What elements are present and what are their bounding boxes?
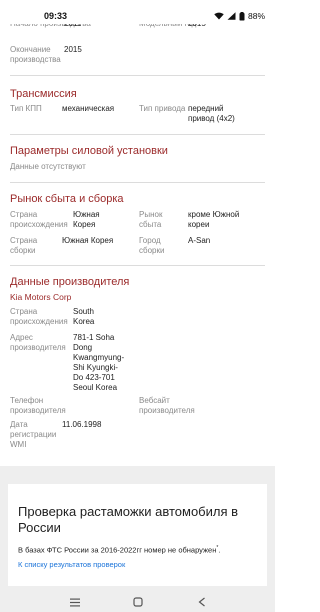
wifi-icon [214,12,224,20]
origin-country-value: Южная Корея [73,210,100,230]
drive-value-line2: привод (4x2) [188,114,235,123]
assembly-city-label: Город сборки [139,236,164,256]
signal-icon [227,12,236,20]
sales-market-label-line2: сбыта [139,220,162,229]
divider [10,75,265,76]
mfr-website-label: Вебсайт производителя [139,396,195,416]
origin-country-label-line1: Страна [10,210,38,219]
sales-market-label: Рынок сбыта [139,210,162,230]
home-nav-icon[interactable] [133,594,143,612]
assembly-city-label-line2: сборки [139,246,165,255]
customs-check-card: Проверка растаможки автомобиля в России … [8,484,267,592]
sales-market-value-line1: кроме Южной [188,210,240,219]
production-end-label-line2: производства [10,55,61,64]
address-line: Dong [73,343,93,352]
assembly-country-label-line2: сборки [10,246,36,255]
mfr-phone-label-line2: производителя [10,406,66,415]
sales-market-value: кроме Южной кореи [188,210,239,230]
battery-icon [239,11,245,21]
address-line: 781-1 Soha [73,333,115,342]
sales-market-value-line2: кореи [188,220,210,229]
origin-country-value-line2: Корея [73,220,96,229]
divider [10,134,265,135]
divider [10,265,265,266]
mfr-website-label-line1: Вебсайт [139,396,170,405]
mfr-address-value: 781-1 Soha Dong Kwangmyung- Shi Kyungki-… [73,333,124,393]
status-icons: 88% [214,11,265,21]
drive-value-line1: передний [188,104,224,113]
drive-value: передний привод (4x2) [188,104,235,124]
customs-card-text-body: В базах ФТС России за 2016-2022гг номер … [18,545,217,555]
mfr-country-value-line2: Korea [73,317,95,326]
mfr-country-label: Страна происхождения [10,307,68,327]
assembly-country-value: Южная Корея [62,236,114,245]
status-bar: 09:33 88% [0,0,275,24]
drive-label: Тип привода [139,104,186,113]
wmi-date-value: 11.06.1998 [62,420,102,429]
menu-nav-icon[interactable] [70,594,80,612]
address-line: Seoul Korea [73,383,118,392]
mfr-country-label-line2: происхождения [10,317,68,326]
customs-card-text-end: . [218,545,221,555]
mfr-website-label-line2: производителя [139,406,195,415]
origin-country-value-line1: Южная [73,210,100,219]
origin-country-label: Страна происхождения [10,210,68,230]
wmi-date-label-line2: регистрации [10,430,57,439]
wmi-date-label: Дата регистрации WMI [10,420,56,450]
battery-percent: 88% [247,11,265,21]
system-nav-bar [0,586,275,612]
mfr-address-label: Адрес производителя [10,333,66,353]
address-line: Shi Kyungki- [73,363,118,372]
assembly-city-value: A-San [188,236,211,245]
address-line: Do 423-701 [73,373,115,382]
mfr-address-label-line1: Адрес [10,333,33,342]
production-end-label-line1: Окончание [10,45,51,54]
customs-card-title: Проверка растаможки автомобиля в России [18,504,239,535]
gearbox-value: механическая [62,104,115,113]
section-title-powerplant: Параметры силовой установки [10,145,168,157]
address-line: Kwangmyung- [73,353,125,362]
production-end-value: 2015 [64,45,82,54]
origin-country-label-line2: происхождения [10,220,68,229]
assembly-country-label: Страна сборки [10,236,37,256]
assembly-city-label-line1: Город [139,236,161,245]
powerplant-no-data: Данные отсутствуют [10,162,86,171]
wmi-date-label-line3: WMI [10,440,27,449]
assembly-country-label-line1: Страна [10,236,38,245]
section-title-market: Рынок сбыта и сборка [10,193,124,205]
gearbox-label: Тип КПП [10,104,42,113]
mfr-country-value-line1: South [73,307,94,316]
section-title-transmission: Трансмиссия [10,88,77,100]
check-results-link[interactable]: К списку результатов проверок [18,560,125,570]
status-time: 09:33 [44,11,68,21]
manufacturer-name: Kia Motors Corp [10,292,72,302]
section-title-manufacturer: Данные производителя [10,276,130,288]
sales-market-label-line1: Рынок [139,210,163,219]
divider [10,182,265,183]
mfr-address-label-line2: производителя [10,343,66,352]
production-end-label: Окончание производства [10,45,61,65]
wmi-date-label-line1: Дата [10,420,28,429]
mfr-country-label-line1: Страна [10,307,38,316]
customs-card-text: В базах ФТС России за 2016-2022гг номер … [18,543,220,556]
back-nav-icon[interactable] [198,594,206,612]
mfr-country-value: South Korea [73,307,94,327]
mfr-phone-label-line1: Телефон [10,396,44,405]
mfr-phone-label: Телефон производителя [10,396,66,416]
